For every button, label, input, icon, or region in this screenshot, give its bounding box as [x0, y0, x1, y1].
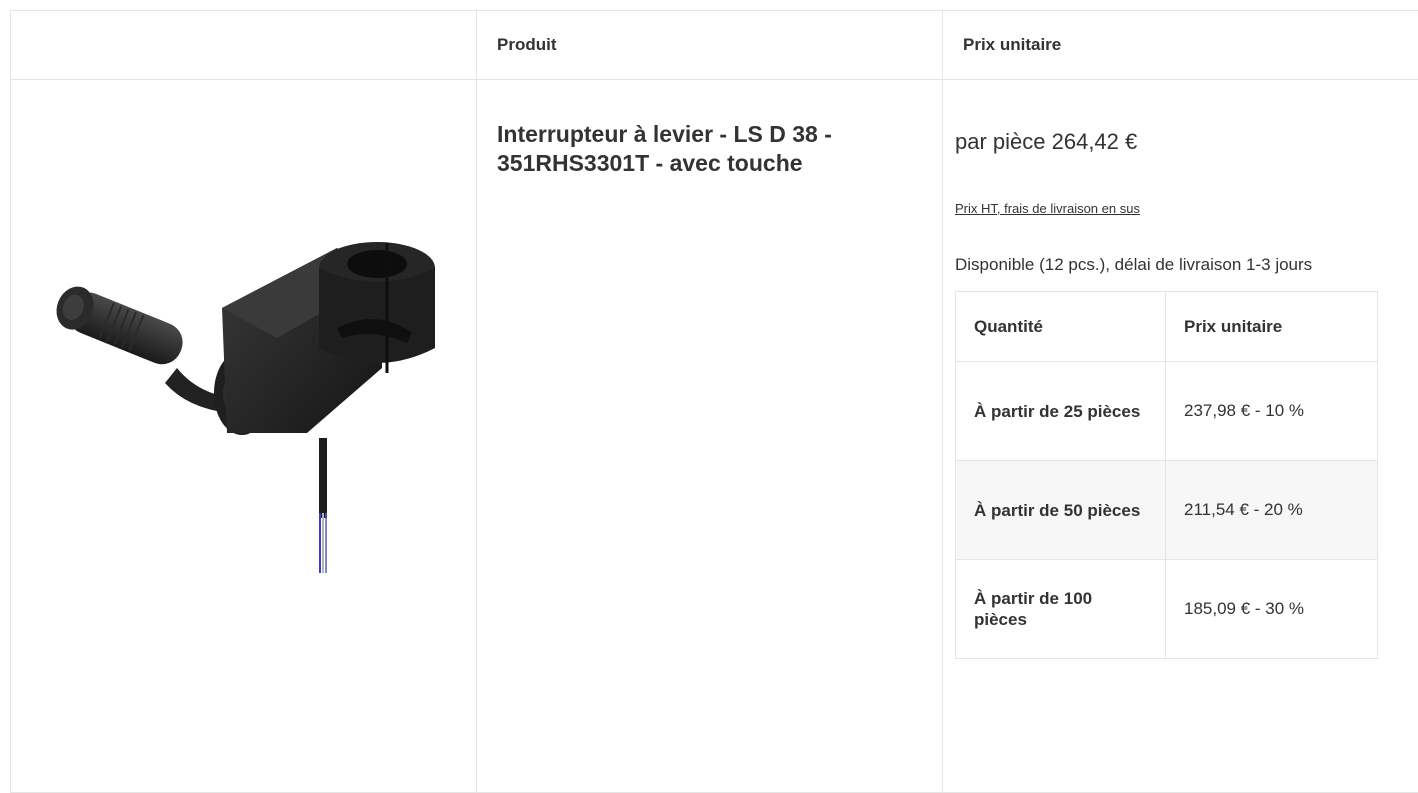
price-note-link[interactable]: Prix HT, frais de livraison en sus [955, 201, 1140, 216]
product-table-header: Produit Prix unitaire [11, 11, 1418, 80]
tier-price: 211,54 € - 20 % [1166, 461, 1378, 560]
tier-header-unit-price: Prix unitaire [1166, 292, 1378, 362]
availability-text: Disponible (12 pcs.), délai de livraison… [955, 252, 1355, 277]
product-row: Interrupteur à levier - LS D 38 - 351RHS… [11, 80, 1418, 793]
page: Produit Prix unitaire [0, 0, 1418, 752]
product-info-cell: Interrupteur à levier - LS D 38 - 351RHS… [477, 80, 943, 793]
tier-row: À partir de 100 pièces 185,09 € - 30 % [956, 560, 1378, 659]
tier-price-table: Quantité Prix unitaire À partir de 25 pi… [955, 291, 1378, 659]
tier-price: 185,09 € - 30 % [1166, 560, 1378, 659]
tier-row: À partir de 25 pièces 237,98 € - 10 % [956, 362, 1378, 461]
tier-quantity: À partir de 100 pièces [956, 560, 1166, 659]
tier-header-quantity: Quantité [956, 292, 1166, 362]
tier-quantity: À partir de 50 pièces [956, 461, 1166, 560]
tier-row: À partir de 50 pièces 211,54 € - 20 % [956, 461, 1378, 560]
unit-price: par pièce 264,42 € [955, 129, 1418, 169]
price-cell: par pièce 264,42 € Prix HT, frais de liv… [943, 80, 1418, 793]
product-image[interactable] [37, 168, 437, 578]
product-table: Produit Prix unitaire [10, 10, 1418, 793]
tier-quantity: À partir de 25 pièces [956, 362, 1166, 461]
header-image [11, 11, 477, 80]
header-unit-price: Prix unitaire [943, 11, 1418, 80]
product-name-link[interactable]: Interrupteur à levier - LS D 38 - 351RHS… [497, 120, 922, 178]
product-image-cell [11, 80, 477, 793]
header-product: Produit [477, 11, 943, 80]
tier-price: 237,98 € - 10 % [1166, 362, 1378, 461]
tier-header-row: Quantité Prix unitaire [956, 292, 1378, 362]
